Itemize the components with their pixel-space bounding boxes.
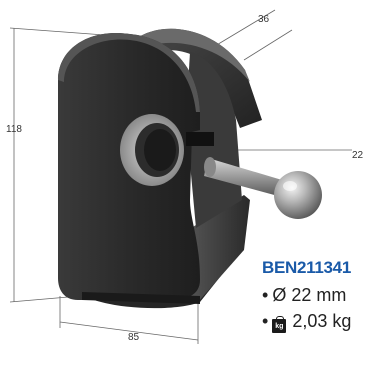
dim-depth-label: 36 (258, 14, 270, 25)
dim-width-label: 85 (128, 332, 140, 343)
spec-weight: • kg 2,03 kg (262, 311, 351, 333)
dim-ball-diameter-label: 22 (352, 150, 364, 161)
spec-diameter: • Ø 22 mm (262, 285, 346, 306)
bullet-icon: • (262, 311, 269, 331)
weight-value: 2,03 kg (292, 311, 352, 331)
weight-kg-icon: kg (272, 316, 287, 333)
diameter-value: Ø 22 mm (272, 285, 347, 305)
product-code: BEN211341 (262, 258, 351, 277)
bullet-icon: • (262, 285, 269, 305)
dim-height-label: 118 (6, 124, 22, 135)
